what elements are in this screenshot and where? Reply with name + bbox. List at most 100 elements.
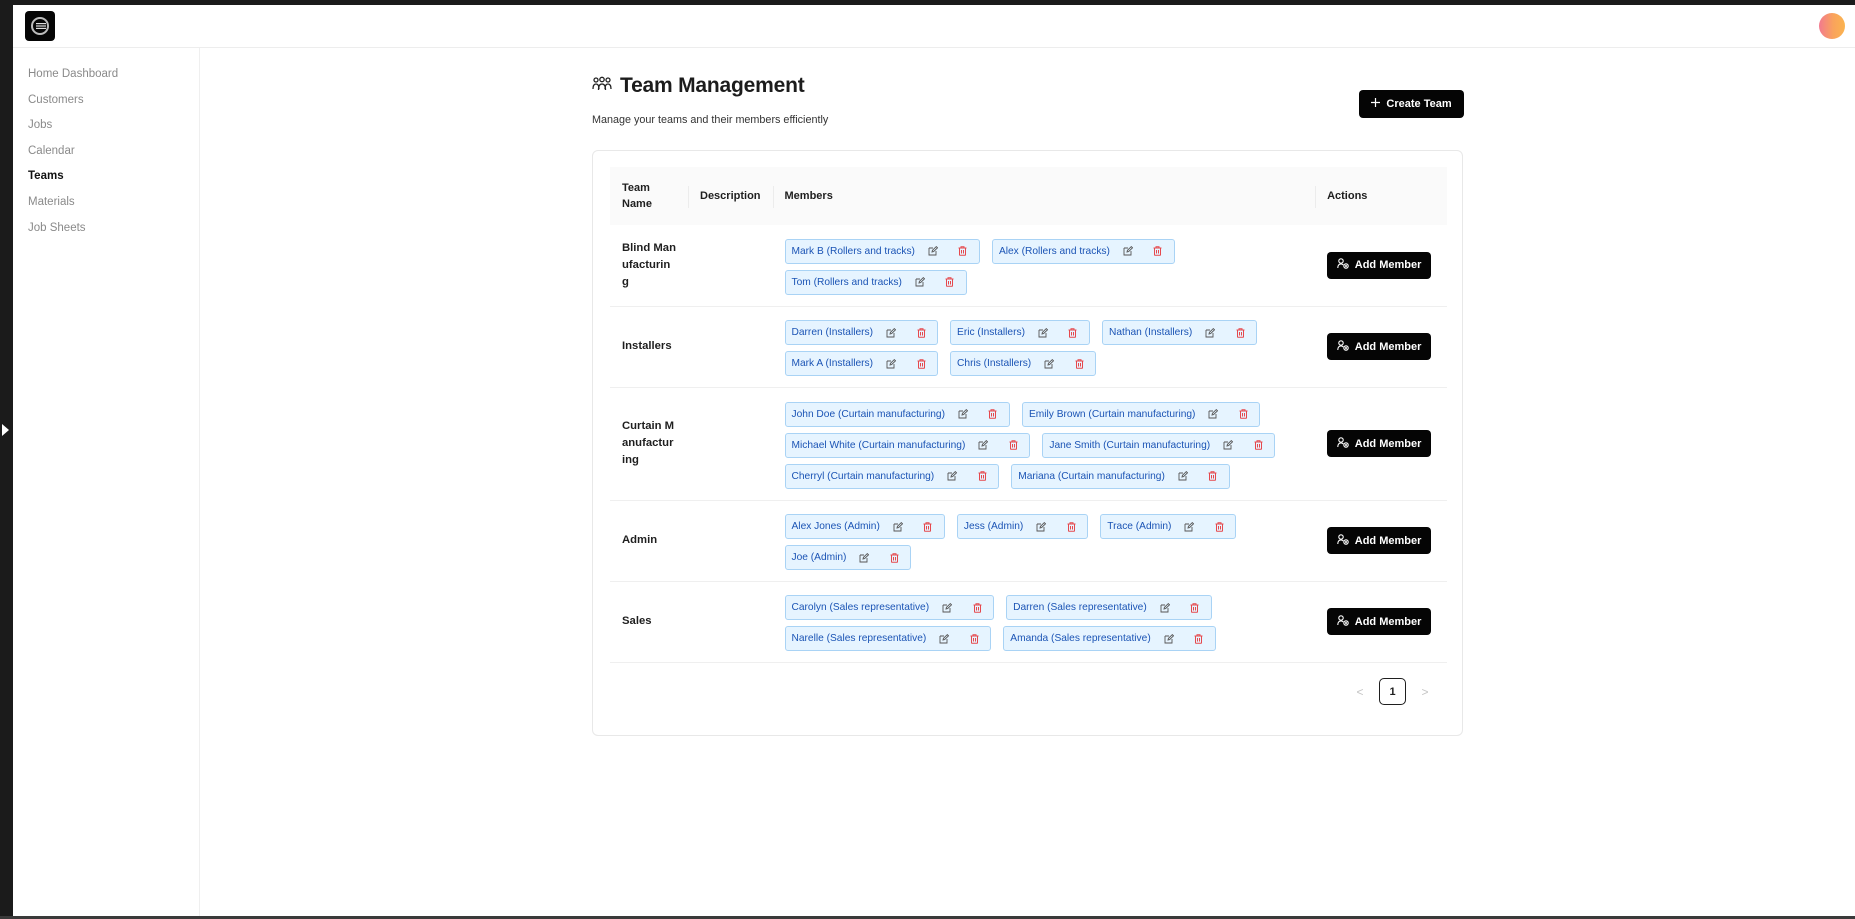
edit-icon[interactable] xyxy=(1177,470,1189,482)
prev-page-button[interactable]: < xyxy=(1353,685,1367,699)
user-avatar[interactable] xyxy=(1819,13,1845,39)
trash-icon[interactable] xyxy=(1065,521,1077,533)
sidebar-item-materials[interactable]: Materials xyxy=(13,193,199,219)
members-cell: Mark B (Rollers and tracks) Alex (Rollers… xyxy=(772,225,1316,307)
edit-icon[interactable] xyxy=(941,602,953,614)
table-row: Admin Alex Jones (Admin) Jess (Admin) Trac… xyxy=(610,500,1447,582)
edit-icon[interactable] xyxy=(1207,408,1219,420)
add-member-label: Add Member xyxy=(1354,615,1422,628)
team-name-cell: Sales xyxy=(610,581,688,663)
add-user-icon xyxy=(1337,614,1349,629)
trash-icon[interactable] xyxy=(922,521,934,533)
add-member-button[interactable]: Add Member xyxy=(1327,608,1432,635)
trash-icon[interactable] xyxy=(1234,327,1246,339)
sidebar-item-job-sheets[interactable]: Job Sheets xyxy=(13,219,199,245)
team-name: Sales xyxy=(622,615,652,627)
trash-icon[interactable] xyxy=(1152,245,1164,257)
sidebar-item-jobs[interactable]: Jobs xyxy=(13,116,199,142)
member-name: Joe (Admin) xyxy=(791,552,847,563)
member-chip: Jess (Admin) xyxy=(956,514,1089,539)
member-name: Darren (Sales representative) xyxy=(1013,602,1147,613)
member-chip: Nathan (Installers) xyxy=(1101,320,1258,345)
edit-icon[interactable] xyxy=(957,408,969,420)
page-1-button[interactable]: 1 xyxy=(1379,678,1406,705)
edit-icon[interactable] xyxy=(892,521,904,533)
member-name: Amanda (Sales representative) xyxy=(1010,633,1151,644)
add-member-button[interactable]: Add Member xyxy=(1327,527,1432,554)
edit-icon[interactable] xyxy=(1037,327,1049,339)
edit-icon[interactable] xyxy=(1222,439,1234,451)
description-cell xyxy=(688,225,773,307)
actions-cell: Add Member xyxy=(1315,581,1447,663)
sidebar-item-home-dashboard[interactable]: Home Dashboard xyxy=(13,65,199,91)
column-header-label: Members xyxy=(784,190,833,202)
member-name: Alex (Rollers and tracks) xyxy=(998,245,1110,257)
trash-icon[interactable] xyxy=(968,633,980,645)
add-user-icon xyxy=(1337,436,1349,451)
edit-icon[interactable] xyxy=(1122,245,1134,257)
member-chip: Mark B (Rollers and tracks) xyxy=(784,238,980,264)
member-name: Cherryl (Curtain manufacturing) xyxy=(791,470,935,482)
trash-icon[interactable] xyxy=(1213,521,1225,533)
trash-icon[interactable] xyxy=(1193,633,1205,645)
edit-icon[interactable] xyxy=(1163,633,1175,645)
trash-icon[interactable] xyxy=(915,327,927,339)
expand-panel-arrow-icon[interactable] xyxy=(2,424,9,436)
member-name: Emily Brown (Curtain manufacturing) xyxy=(1028,408,1196,420)
edit-icon[interactable] xyxy=(938,633,950,645)
edit-icon[interactable] xyxy=(946,470,958,482)
member-chip: John Doe (Curtain manufacturing) xyxy=(784,401,1010,427)
member-chip-list: Mark B (Rollers and tracks) Alex (Rollers… xyxy=(784,238,1304,295)
sidebar-item-calendar[interactable]: Calendar xyxy=(13,142,199,168)
actions-cell: Add Member xyxy=(1315,387,1447,501)
edit-icon[interactable] xyxy=(858,552,870,564)
add-member-button[interactable]: Add Member xyxy=(1327,430,1432,457)
create-team-button[interactable]: Create Team xyxy=(1359,90,1464,118)
trash-icon[interactable] xyxy=(1073,358,1085,370)
trash-icon[interactable] xyxy=(915,358,927,370)
edit-icon[interactable] xyxy=(977,439,989,451)
add-member-button[interactable]: Add Member xyxy=(1327,333,1432,360)
trash-icon[interactable] xyxy=(1207,470,1219,482)
edit-icon[interactable] xyxy=(927,245,939,257)
edit-icon[interactable] xyxy=(1159,602,1171,614)
edit-icon[interactable] xyxy=(1204,327,1216,339)
column-header-label: Description xyxy=(700,190,761,202)
add-member-button[interactable]: Add Member xyxy=(1327,251,1432,279)
trash-icon[interactable] xyxy=(1252,439,1264,451)
sidebar-item-teams[interactable]: Teams xyxy=(13,167,199,193)
trash-icon[interactable] xyxy=(1007,439,1019,451)
edit-icon[interactable] xyxy=(1035,521,1047,533)
add-user-icon xyxy=(1337,533,1349,548)
member-chip-list: John Doe (Curtain manufacturing) Emily Br… xyxy=(784,401,1304,489)
sidebar-item-customers[interactable]: Customers xyxy=(13,91,199,117)
trash-icon[interactable] xyxy=(1067,327,1079,339)
add-user-icon xyxy=(1337,339,1349,354)
member-chip: Tom (Rollers and tracks) xyxy=(784,269,967,295)
trash-icon[interactable] xyxy=(888,552,900,564)
edit-icon[interactable] xyxy=(1183,521,1195,533)
edit-icon[interactable] xyxy=(885,327,897,339)
edit-icon[interactable] xyxy=(885,358,897,370)
description-cell xyxy=(688,500,773,582)
trash-icon[interactable] xyxy=(976,470,988,482)
team-name-cell: Installers xyxy=(610,306,688,388)
members-cell: Alex Jones (Admin) Jess (Admin) Trace (Adm… xyxy=(772,500,1316,582)
trash-icon[interactable] xyxy=(1237,408,1249,420)
trash-icon[interactable] xyxy=(957,245,969,257)
team-name-cell: Curtain Manufacturing xyxy=(610,387,688,501)
page-subtitle: Manage your teams and their members effi… xyxy=(592,114,829,126)
brand-logo-icon[interactable] xyxy=(25,11,55,41)
actions-cell: Add Member xyxy=(1315,306,1447,388)
member-name: John Doe (Curtain manufacturing) xyxy=(791,408,945,420)
trash-icon[interactable] xyxy=(944,276,956,288)
member-name: Carolyn (Sales representative) xyxy=(791,602,930,613)
team-name: Installers xyxy=(622,340,672,352)
trash-icon[interactable] xyxy=(971,602,983,614)
next-page-button[interactable]: > xyxy=(1418,685,1432,699)
column-header-members: Members xyxy=(772,167,1316,225)
edit-icon[interactable] xyxy=(1043,358,1055,370)
edit-icon[interactable] xyxy=(914,276,926,288)
trash-icon[interactable] xyxy=(1189,602,1201,614)
trash-icon[interactable] xyxy=(987,408,999,420)
